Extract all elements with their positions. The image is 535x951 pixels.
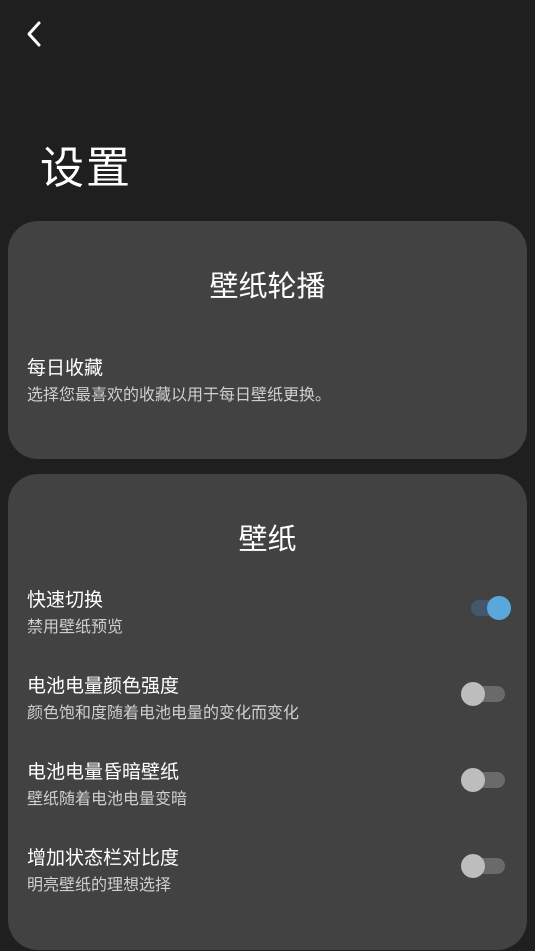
battery-color-intensity-title: 电池电量颜色强度 <box>27 675 180 697</box>
toggle-thumb <box>487 596 511 620</box>
status-bar-contrast-row[interactable]: 增加状态栏对比度 明亮壁纸的理想选择 <box>8 843 527 913</box>
daily-favorites-subtitle: 选择您最喜欢的收藏以用于每日壁纸更换。 <box>27 385 332 404</box>
toggle-thumb <box>461 854 485 878</box>
back-button[interactable] <box>14 14 54 54</box>
battery-color-intensity-row[interactable]: 电池电量颜色强度 颜色饱和度随着电池电量的变化而变化 <box>8 671 527 741</box>
wallpaper-title: 壁纸 <box>238 522 297 556</box>
battery-dim-wallpaper-subtitle: 壁纸随着电池电量变暗 <box>27 789 188 808</box>
quick-switch-toggle[interactable] <box>467 593 511 623</box>
daily-favorites-title: 每日收藏 <box>27 357 104 379</box>
toggle-thumb <box>461 682 485 706</box>
wallpaper-carousel-card: 壁纸轮播 每日收藏 选择您最喜欢的收藏以用于每日壁纸更换。 <box>8 221 527 459</box>
page-title: 设置 <box>40 143 132 194</box>
status-bar-contrast-title: 增加状态栏对比度 <box>27 847 180 869</box>
wallpaper-card: 壁纸 快速切换 禁用壁纸预览 电池电量颜色强度 颜色饱和度随着电池电量的变化而变… <box>8 474 527 950</box>
toggle-thumb <box>461 768 485 792</box>
battery-dim-wallpaper-title: 电池电量昏暗壁纸 <box>27 761 180 783</box>
daily-favorites-row[interactable]: 每日收藏 选择您最喜欢的收藏以用于每日壁纸更换。 <box>8 353 527 423</box>
quick-switch-row[interactable]: 快速切换 禁用壁纸预览 <box>8 585 527 655</box>
battery-color-intensity-toggle[interactable] <box>461 679 507 709</box>
chevron-left-icon <box>27 21 41 47</box>
quick-switch-title: 快速切换 <box>27 589 104 611</box>
wallpaper-carousel-title: 壁纸轮播 <box>209 269 326 303</box>
status-bar-contrast-subtitle: 明亮壁纸的理想选择 <box>27 875 172 894</box>
quick-switch-subtitle: 禁用壁纸预览 <box>27 617 124 636</box>
status-bar-contrast-toggle[interactable] <box>461 851 507 881</box>
battery-dim-wallpaper-row[interactable]: 电池电量昏暗壁纸 壁纸随着电池电量变暗 <box>8 757 527 827</box>
battery-color-intensity-subtitle: 颜色饱和度随着电池电量的变化而变化 <box>27 703 300 722</box>
battery-dim-wallpaper-toggle[interactable] <box>461 765 507 795</box>
